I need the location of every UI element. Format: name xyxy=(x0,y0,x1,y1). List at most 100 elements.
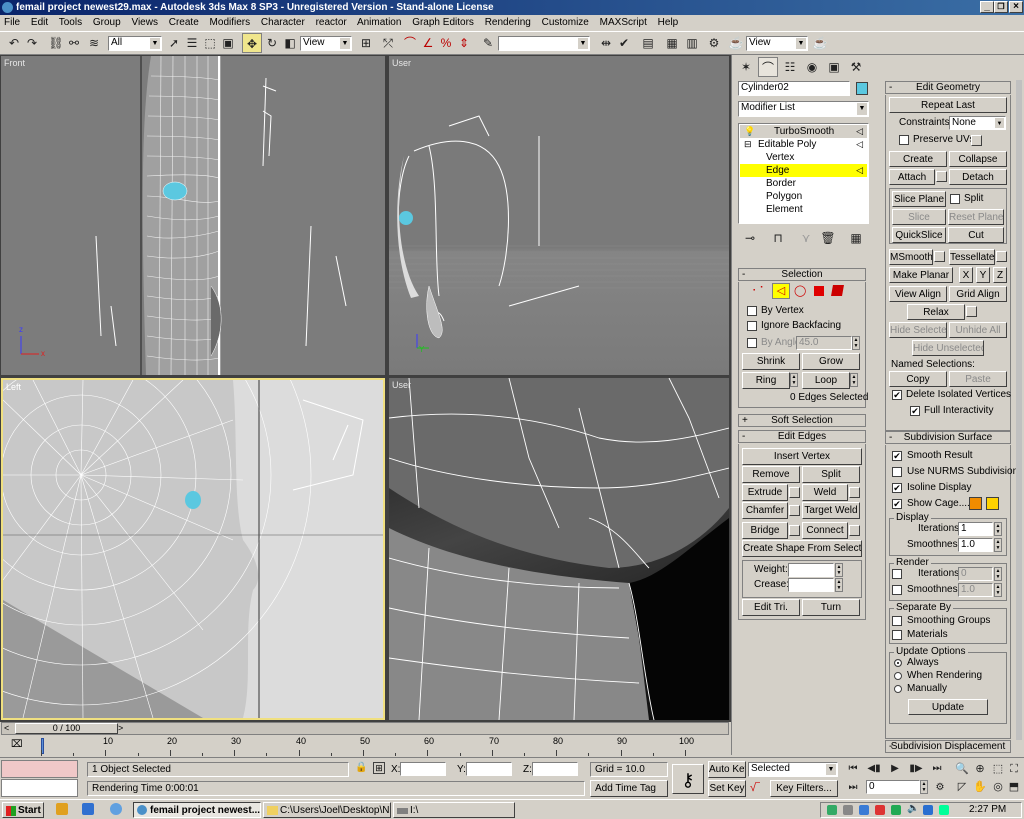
collapse-button[interactable]: Collapse xyxy=(949,151,1007,167)
relax-settings-button[interactable] xyxy=(966,306,977,317)
create-button[interactable]: Create xyxy=(889,151,947,167)
modifier-list-dropdown[interactable]: Modifier List ▼ xyxy=(738,101,869,117)
field-of-view-icon[interactable]: ◸ xyxy=(952,777,972,797)
collapse-minus-icon[interactable]: ⊟ xyxy=(744,138,752,151)
manually-radio[interactable] xyxy=(894,685,902,693)
time-slider[interactable]: < 0 / 100 > xyxy=(1,722,729,735)
quicklaunch-browser-icon[interactable] xyxy=(110,803,122,815)
smooth-result-checkbox[interactable]: ✔ xyxy=(892,451,902,461)
angle-field[interactable]: 45.0 xyxy=(796,336,852,350)
msmooth-settings-button[interactable] xyxy=(934,251,945,262)
track-bar[interactable]: ⌧ 0 10 20 30 40 50 60 70 80 90 100 xyxy=(1,736,729,756)
menu-rendering[interactable]: Rendering xyxy=(485,17,531,28)
quicklaunch-media-icon[interactable] xyxy=(56,803,68,815)
command-panel-scrollbar[interactable] xyxy=(1016,80,1022,740)
materials-checkbox[interactable] xyxy=(892,630,902,640)
weld-settings-button[interactable] xyxy=(849,487,860,498)
quicklaunch-outlook-icon[interactable] xyxy=(82,803,94,815)
viewport-user-top[interactable]: Y User xyxy=(389,56,729,375)
viewport-label-user-top[interactable]: User xyxy=(392,58,411,68)
rotate-icon[interactable]: ↻ xyxy=(262,33,282,53)
stack-item-vertex[interactable]: Vertex xyxy=(740,151,867,164)
taskbar-explorer[interactable]: C:\Users\Joel\Desktop\N... xyxy=(263,802,391,818)
connect-settings-button[interactable] xyxy=(849,525,860,536)
hide-selected-button[interactable]: Hide Selected xyxy=(889,322,947,338)
align-icon[interactable]: ✔ xyxy=(614,33,634,53)
planar-x-button[interactable]: X xyxy=(959,267,973,283)
menu-reactor[interactable]: reactor xyxy=(316,17,347,28)
render-smoothness-spinner[interactable]: ▲ ▼ xyxy=(994,583,1002,597)
window-crossing-icon[interactable]: ▣ xyxy=(218,33,238,53)
stack-item-polygon[interactable]: Polygon xyxy=(740,190,867,203)
tessellate-button[interactable]: Tessellate xyxy=(949,249,995,265)
isoline-display-checkbox[interactable]: ✔ xyxy=(892,483,902,493)
menu-help[interactable]: Help xyxy=(658,17,679,28)
rollout-selection-header[interactable]: - Selection xyxy=(738,268,866,281)
remove-modifier-icon[interactable]: 🗑 xyxy=(818,228,838,248)
close-button[interactable]: × xyxy=(1009,1,1023,13)
menu-tools[interactable]: Tools xyxy=(59,17,82,28)
show-end-result-icon[interactable]: ⊓ xyxy=(768,228,788,248)
rollout-edit-edges-header[interactable]: - Edit Edges xyxy=(738,430,866,443)
taskbar-3dsmax[interactable]: femail project newest... xyxy=(133,802,261,818)
material-editor-icon[interactable]: ⚙ xyxy=(704,33,724,53)
slice-plane-button[interactable]: Slice Plane xyxy=(892,191,946,207)
when-rendering-radio[interactable] xyxy=(894,672,902,680)
grid-align-button[interactable]: Grid Align xyxy=(949,286,1007,302)
viewport-label-front[interactable]: Front xyxy=(4,58,25,68)
hide-unselected-button[interactable]: Hide Unselected xyxy=(912,340,984,356)
previous-frame-icon[interactable]: ◀▮ xyxy=(864,759,884,779)
tray-volume-icon[interactable]: 🔈 xyxy=(907,803,919,814)
zoom-extents-all-icon[interactable]: ⛶ xyxy=(1004,759,1024,779)
menu-create[interactable]: Create xyxy=(169,17,199,28)
extrude-button[interactable]: Extrude xyxy=(742,484,788,501)
tray-icon-3[interactable] xyxy=(859,805,869,815)
modify-tab-icon[interactable]: ⌒ xyxy=(758,57,778,77)
lightbulb-icon[interactable]: 💡 xyxy=(744,125,755,138)
ignore-backfacing-checkbox[interactable] xyxy=(747,321,757,331)
configure-modifier-sets-icon[interactable]: ▦ xyxy=(846,228,866,248)
zoom-all-icon[interactable]: ⊕ xyxy=(970,759,990,779)
polygon-level-icon[interactable] xyxy=(814,286,824,296)
y-coordinate-field[interactable] xyxy=(466,762,512,776)
menu-character[interactable]: Character xyxy=(261,17,305,28)
crease-field[interactable] xyxy=(788,578,834,592)
open-mini-curve-editor-icon[interactable]: ⌧ xyxy=(11,739,23,750)
stack-item-edge[interactable]: Edge ◁ xyxy=(740,164,867,177)
render-smoothness-field[interactable]: 1.0 xyxy=(958,583,993,597)
redo-icon[interactable]: ↷ xyxy=(22,33,42,53)
viewport-user-bottom[interactable]: User xyxy=(389,378,729,720)
z-coordinate-field[interactable] xyxy=(532,762,578,776)
go-to-end-icon[interactable]: ⏭ xyxy=(927,759,947,779)
maximize-viewport-icon[interactable]: ⬒ xyxy=(1004,777,1024,797)
set-key-toggle-icon[interactable]: √‾ xyxy=(750,782,760,794)
split-checkbox[interactable] xyxy=(950,194,960,204)
next-frame-icon[interactable]: ▮▶ xyxy=(906,759,926,779)
start-button[interactable]: Start xyxy=(2,802,44,818)
shrink-button[interactable]: Shrink xyxy=(742,353,800,370)
border-level-icon[interactable]: ◯ xyxy=(794,284,806,297)
angle-spinner[interactable]: ▲ ▼ xyxy=(852,336,860,350)
reset-plane-button[interactable]: Reset Plane xyxy=(948,209,1004,225)
bind-space-warp-icon[interactable]: ≋ xyxy=(84,33,104,53)
update-button[interactable]: Update xyxy=(908,699,988,715)
maxscript-listener-output[interactable] xyxy=(1,779,78,797)
chamfer-settings-button[interactable] xyxy=(789,505,800,516)
auto-key-button[interactable]: Auto Key xyxy=(708,761,746,778)
menu-maxscript[interactable]: MAXScript xyxy=(600,17,647,28)
constraints-dropdown[interactable]: None ▼ xyxy=(949,116,1006,130)
named-selection-dropdown[interactable]: ▼ xyxy=(498,36,590,51)
key-mode-dropdown[interactable]: Selected ▼ xyxy=(748,762,838,777)
view-align-button[interactable]: View Align xyxy=(889,286,947,302)
planar-y-button[interactable]: Y xyxy=(976,267,990,283)
make-planar-button[interactable]: Make Planar xyxy=(889,267,953,283)
taskbar-drive[interactable]: I:\ xyxy=(393,802,515,818)
snap-icon[interactable]: ⌒ xyxy=(400,33,420,53)
attach-list-button[interactable] xyxy=(936,171,947,182)
current-frame-spinner[interactable]: ▲ ▼ xyxy=(920,780,928,794)
repeat-last-button[interactable]: Repeat Last xyxy=(889,97,1007,113)
weight-spinner[interactable]: ▲ ▼ xyxy=(835,563,843,577)
tray-icon-7[interactable] xyxy=(939,805,949,815)
tray-icon-1[interactable] xyxy=(827,805,837,815)
render-iterations-field[interactable]: 0 xyxy=(958,567,993,581)
